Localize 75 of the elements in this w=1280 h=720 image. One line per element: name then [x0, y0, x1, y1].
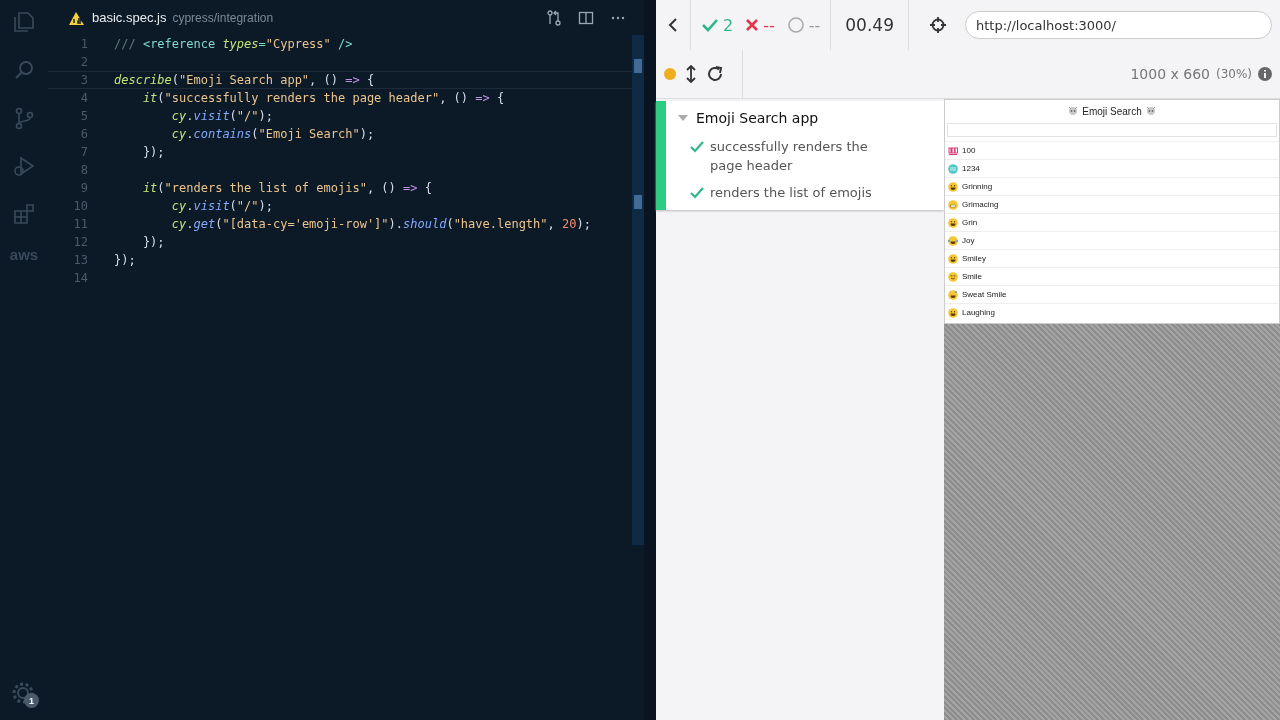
code-line: }); — [141, 145, 165, 159]
duration: 00.49 — [845, 15, 894, 35]
cat-icon — [1068, 106, 1079, 116]
reload-icon[interactable] — [706, 65, 724, 83]
info-icon[interactable] — [1258, 67, 1272, 81]
code-line: cy.contains("Emoji Search"); — [170, 127, 375, 141]
spinner-icon — [786, 16, 805, 34]
settings-icon[interactable] — [10, 680, 36, 706]
cat-icon — [1145, 106, 1156, 116]
test-title[interactable]: renders the list of emojis — [710, 183, 880, 202]
grimacing-face-icon — [948, 199, 958, 210]
line-number: 6 — [79, 127, 89, 141]
code-line: }); — [141, 235, 165, 249]
line-number: 14 — [72, 271, 89, 285]
emoji-label: Smiley — [962, 254, 986, 263]
search-field[interactable] — [947, 123, 1277, 137]
line-number: 8 — [79, 163, 89, 177]
code-line: cy.get("[data-cy='emoji-row']").should("have.length", 20); — [170, 217, 591, 231]
line-number: 11 — [72, 217, 89, 231]
pending-count: -- — [808, 15, 821, 35]
failed-count: -- — [763, 15, 775, 35]
line-number: 9 — [79, 181, 89, 195]
app-title: Emoji Search — [1082, 105, 1142, 117]
code-line: it("successfully renders the page header", () => { — [141, 91, 505, 105]
line-number: 12 — [72, 235, 89, 249]
line-number: 1 — [79, 37, 89, 51]
suite-title[interactable]: Emoji Search app — [696, 110, 819, 126]
viewport-size: 1000 x 660 — [1130, 66, 1210, 82]
smiley-icon — [948, 181, 958, 192]
code-line: /// <reference types="Cypress" /> — [114, 37, 353, 51]
hundred-icon — [948, 145, 958, 156]
resize-icon[interactable] — [686, 65, 696, 83]
split-editor-icon[interactable] — [578, 9, 594, 26]
selector-playground-icon[interactable] — [928, 16, 947, 34]
scrollbar-marker — [634, 59, 642, 73]
smiley-icon — [948, 253, 958, 264]
emoji-label: 100 — [962, 146, 976, 155]
laughing-face-icon — [948, 235, 958, 246]
line-number: 13 — [72, 253, 89, 267]
line-number: 10 — [72, 199, 89, 213]
emoji-label: Laughing — [962, 308, 995, 317]
code-line: cy.visit("/"); — [170, 109, 273, 123]
passed-count: 2 — [723, 15, 734, 35]
cross-icon — [745, 18, 760, 32]
line-number: 4 — [79, 91, 89, 105]
smiley-icon — [948, 271, 958, 282]
line-number: 7 — [79, 145, 89, 159]
line-number: 3 — [79, 73, 89, 87]
scrollbar-marker — [634, 195, 642, 209]
numbers-icon — [948, 163, 958, 174]
notification-badge: 1 — [24, 693, 39, 708]
emoji-label: Grimacing — [962, 200, 999, 209]
viewport-scale: (30%) — [1215, 67, 1252, 81]
line-number: 5 — [79, 109, 89, 123]
test-title[interactable]: successfully renders the page header — [710, 137, 880, 175]
code-line: it("renders the list of emojis", () => { — [141, 181, 432, 195]
emoji-label: 1234 — [962, 164, 980, 173]
emoji-label: Joy — [962, 236, 975, 245]
file-path: cypress/integration — [172, 10, 274, 25]
code-line: }); — [114, 253, 136, 267]
file-name[interactable]: basic.spec.js — [92, 10, 167, 25]
compare-changes-icon[interactable] — [546, 9, 562, 26]
emoji-label: Grin — [962, 218, 978, 227]
emoji-label: Smile — [962, 272, 982, 281]
code-line: cy.visit("/"); — [170, 199, 273, 213]
url-field[interactable]: http://localhost:3000/ — [964, 11, 1272, 39]
smiley-icon — [948, 307, 958, 318]
check-icon — [701, 17, 719, 33]
smiley-icon — [948, 217, 958, 228]
back-icon[interactable] — [667, 17, 679, 33]
emoji-label: Sweat Smile — [962, 290, 1007, 299]
sweat-smile-icon — [948, 289, 958, 300]
line-number: 2 — [79, 55, 89, 69]
emoji-label: Grinning — [962, 182, 993, 191]
code-line: describe("Emoji Search app", () => { — [114, 73, 375, 87]
